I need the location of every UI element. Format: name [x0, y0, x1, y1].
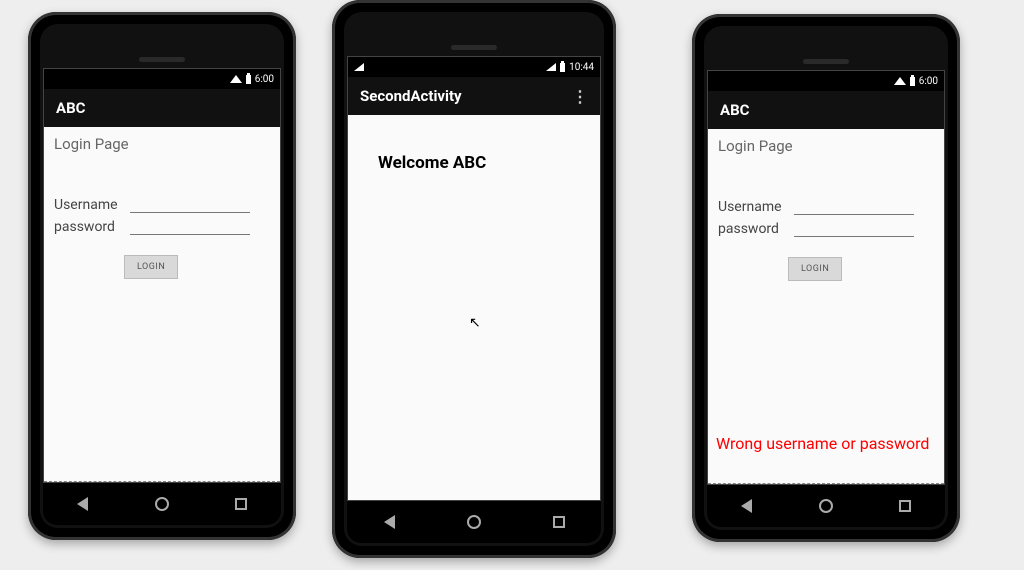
password-input[interactable]: [130, 215, 250, 235]
battery-icon: [246, 75, 251, 84]
nav-bar: [347, 501, 601, 543]
app-bar: ABC: [44, 89, 280, 127]
nav-recent-button[interactable]: [887, 488, 923, 524]
login-content: Login Page Username password LOGIN Wrong…: [708, 129, 944, 484]
battery-icon: [910, 77, 915, 86]
app-bar: ABC: [708, 91, 944, 129]
welcome-content: Welcome ABC ↖: [348, 115, 600, 500]
back-icon: [384, 515, 395, 529]
screen: 6:00 ABC Login Page Username password LO…: [707, 70, 945, 485]
screen: 10:44 SecondActivity ⋮ Welcome ABC ↖: [347, 56, 601, 501]
password-label: password: [718, 221, 788, 237]
nav-home-button[interactable]: [144, 486, 180, 522]
phone-top-bezel: [344, 12, 604, 56]
wifi-icon: [230, 75, 242, 83]
home-icon: [819, 499, 833, 513]
password-row: password: [54, 215, 270, 235]
username-input[interactable]: [130, 193, 250, 213]
phone-body: 6:00 ABC Login Page Username password LO…: [40, 24, 284, 528]
app-bar: SecondActivity ⋮: [348, 77, 600, 115]
phone-top-bezel: [40, 24, 284, 68]
app-title: ABC: [720, 101, 749, 119]
phone-body: 6:00 ABC Login Page Username password LO…: [704, 26, 948, 530]
login-form: Username password LOGIN: [708, 155, 944, 281]
back-icon: [77, 497, 88, 511]
phone-body: 10:44 SecondActivity ⋮ Welcome ABC ↖: [344, 12, 604, 546]
nav-back-button[interactable]: [729, 488, 765, 524]
back-icon: [741, 499, 752, 513]
page-title: Login Page: [708, 129, 944, 155]
page-title: Login Page: [44, 127, 280, 153]
cursor-icon: ↖: [469, 315, 481, 331]
app-title: ABC: [56, 99, 85, 117]
nav-home-button[interactable]: [808, 488, 844, 524]
recent-icon: [235, 498, 247, 510]
password-input[interactable]: [794, 217, 914, 237]
phone-mockup-welcome: 10:44 SecondActivity ⋮ Welcome ABC ↖: [332, 0, 616, 558]
nav-home-button[interactable]: [456, 504, 492, 540]
status-time: 6:00: [919, 76, 938, 87]
welcome-text: Welcome ABC: [348, 115, 600, 173]
signal-icon: [546, 63, 556, 71]
screen: 6:00 ABC Login Page Username password LO…: [43, 68, 281, 483]
signal-icon: [354, 63, 364, 71]
home-icon: [467, 515, 481, 529]
status-bar: 10:44: [348, 57, 600, 77]
login-button[interactable]: LOGIN: [788, 257, 842, 281]
recent-icon: [553, 516, 565, 528]
phone-mockup-error: 6:00 ABC Login Page Username password LO…: [692, 14, 960, 542]
speaker-slot: [451, 45, 497, 50]
nav-back-button[interactable]: [65, 486, 101, 522]
nav-bar: [43, 483, 281, 525]
nav-bar: [707, 485, 945, 527]
nav-recent-button[interactable]: [541, 504, 577, 540]
status-time: 6:00: [255, 74, 274, 85]
wifi-icon: [894, 77, 906, 85]
battery-icon: [560, 63, 565, 72]
username-label: Username: [718, 199, 788, 215]
nav-recent-button[interactable]: [223, 486, 259, 522]
status-bar: 6:00: [708, 71, 944, 91]
password-label: password: [54, 219, 124, 235]
login-button[interactable]: LOGIN: [124, 255, 178, 279]
status-time: 10:44: [569, 62, 594, 73]
status-left-icons: [354, 63, 364, 71]
login-content: Login Page Username password LOGIN: [44, 127, 280, 482]
error-message: Wrong username or password: [716, 434, 929, 453]
overflow-icon[interactable]: ⋮: [572, 87, 588, 106]
speaker-slot: [803, 59, 849, 64]
status-bar: 6:00: [44, 69, 280, 89]
recent-icon: [899, 500, 911, 512]
phone-top-bezel: [704, 26, 948, 70]
home-icon: [155, 497, 169, 511]
username-input[interactable]: [794, 195, 914, 215]
username-row: Username: [54, 193, 270, 213]
app-title: SecondActivity: [360, 87, 462, 105]
username-row: Username: [718, 195, 934, 215]
nav-back-button[interactable]: [371, 504, 407, 540]
login-form: Username password LOGIN: [44, 153, 280, 279]
password-row: password: [718, 217, 934, 237]
speaker-slot: [139, 57, 185, 62]
username-label: Username: [54, 197, 124, 213]
phone-mockup-login: 6:00 ABC Login Page Username password LO…: [28, 12, 296, 540]
